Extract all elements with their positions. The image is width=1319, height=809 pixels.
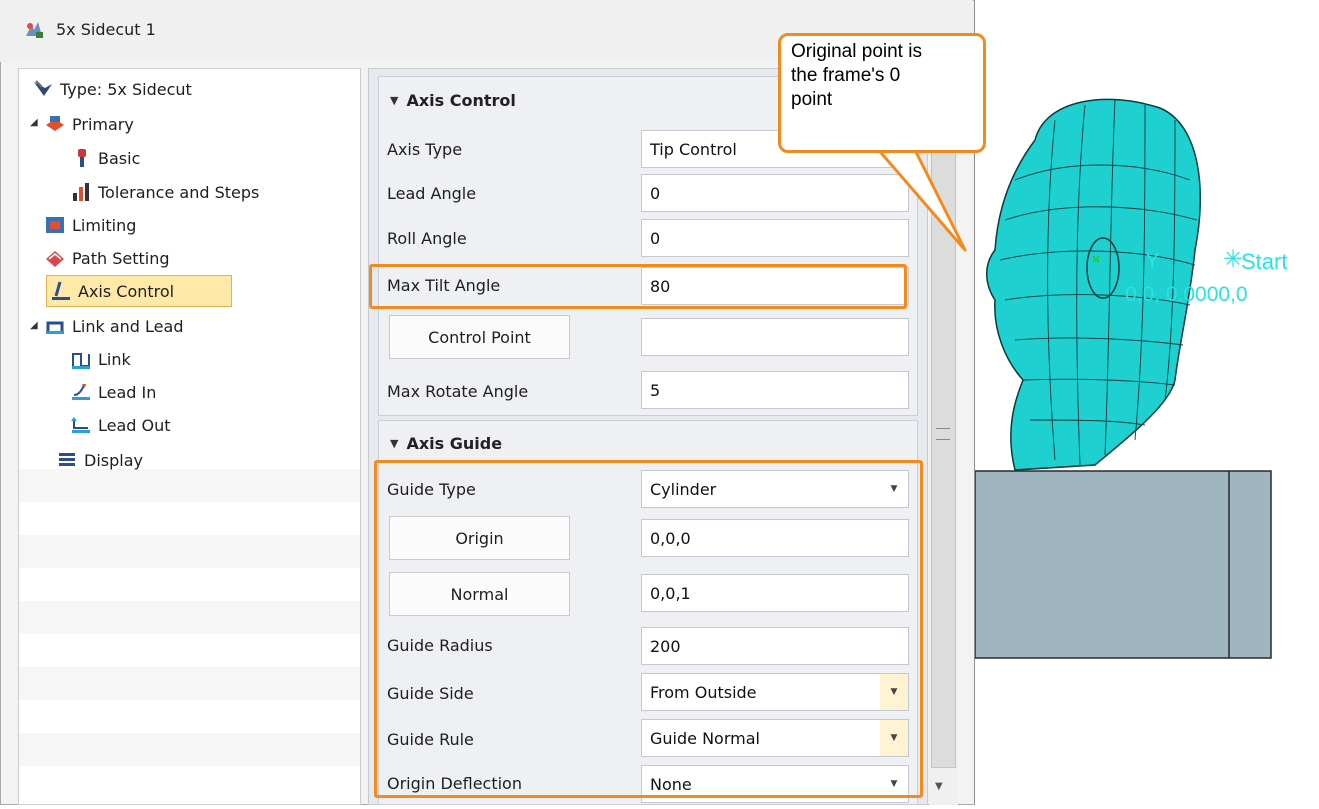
max-rotate-angle-input[interactable]: 5 (641, 371, 909, 409)
callout-line: point (791, 89, 833, 110)
link-lead-icon (44, 315, 66, 337)
tree-item-display[interactable]: Display (56, 444, 143, 476)
tree-item-label: Primary (72, 114, 134, 134)
lead-angle-value: 0 (650, 183, 661, 203)
tree-item-label: Lead In (98, 382, 157, 402)
axis-type-label: Axis Type (387, 140, 463, 159)
collapse-toggle-icon[interactable]: ◢ (30, 320, 40, 331)
max-rotate-angle-label: Max Rotate Angle (387, 382, 529, 401)
tree-item-label: Lead Out (98, 415, 171, 435)
start-point-icon: ✳ (1223, 246, 1244, 273)
start-label: Start (1241, 249, 1288, 274)
lead-out-icon (70, 414, 92, 436)
lead-angle-label: Lead Angle (387, 184, 477, 203)
control-point-button[interactable]: Control Point (389, 315, 570, 359)
annotation-callout: Original point is the frame's 0 point (778, 33, 986, 153)
limiting-icon (44, 214, 66, 236)
collapse-triangle-icon: ▼ (390, 436, 399, 450)
axis-guide-header[interactable]: ▼ Axis Guide (378, 423, 918, 463)
axis-label: Y (1145, 248, 1160, 273)
roll-angle-value: 0 (650, 228, 661, 248)
coordinate-readout: 0,0, 0.0000,0 (1125, 283, 1248, 306)
axis-icon (50, 280, 72, 302)
tree-item-label: Limiting (72, 215, 137, 235)
max-tilt-highlight (369, 264, 907, 309)
tree-item-path-setting[interactable]: Path Setting (44, 242, 170, 274)
tree-item-label: Display (84, 450, 143, 470)
tool-icon (70, 147, 92, 169)
tree-item-link[interactable]: Link (70, 343, 131, 375)
axis-type-value: Tip Control (650, 139, 737, 159)
axis-guide-highlight (374, 460, 923, 798)
tree-item-tolerance-steps[interactable]: Tolerance and Steps (70, 176, 259, 208)
tree-item-label: Link (98, 349, 131, 369)
type-icon (32, 78, 54, 100)
tree-item-label: Link and Lead (72, 316, 184, 336)
max-rotate-angle-value: 5 (650, 380, 661, 400)
3d-viewport[interactable]: Y Start ✳ 0,0, 0.0000,0 (974, 0, 1319, 805)
scroll-down-icon[interactable]: ▼ (935, 781, 943, 792)
steps-icon (70, 181, 92, 203)
tree-item-label: Axis Control (78, 281, 175, 301)
grip-icon (936, 428, 950, 440)
tree-item-limiting[interactable]: Limiting (44, 209, 136, 241)
tree-item-label: Type: 5x Sidecut (60, 79, 192, 99)
callout-line: the frame's 0 (791, 65, 901, 86)
display-icon (56, 449, 78, 471)
tree-item-label: Basic (98, 148, 141, 168)
callout-pointer (868, 140, 967, 252)
tree-item-axis-control[interactable]: Axis Control (50, 275, 174, 307)
window-title: 5x Sidecut 1 (56, 20, 156, 39)
tree-item-primary[interactable]: Primary (44, 108, 134, 140)
lead-in-icon (70, 381, 92, 403)
section-title: Axis Guide (406, 433, 503, 453)
control-point-input[interactable] (641, 318, 909, 356)
tree-item-basic[interactable]: Basic (70, 142, 140, 174)
tree-item-label: Path Setting (72, 248, 170, 268)
tree-item-type[interactable]: Type: 5x Sidecut (32, 73, 192, 105)
primary-icon (44, 113, 66, 135)
link-icon (70, 348, 92, 370)
tree-item-label: Tolerance and Steps (98, 182, 260, 202)
model-graphic (974, 98, 1272, 659)
roll-angle-label: Roll Angle (387, 229, 467, 248)
tree-item-lead-out[interactable]: Lead Out (70, 409, 171, 441)
tree-item-lead-in[interactable]: Lead In (70, 376, 156, 408)
toolpath-icon (26, 22, 43, 38)
collapse-toggle-icon[interactable]: ◢ (30, 117, 40, 128)
callout-line: Original point is (791, 41, 922, 62)
tree-item-link-and-lead[interactable]: Link and Lead (44, 310, 183, 342)
collapse-triangle-icon: ▼ (390, 93, 399, 107)
path-icon (44, 247, 66, 269)
section-title: Axis Control (406, 90, 516, 110)
